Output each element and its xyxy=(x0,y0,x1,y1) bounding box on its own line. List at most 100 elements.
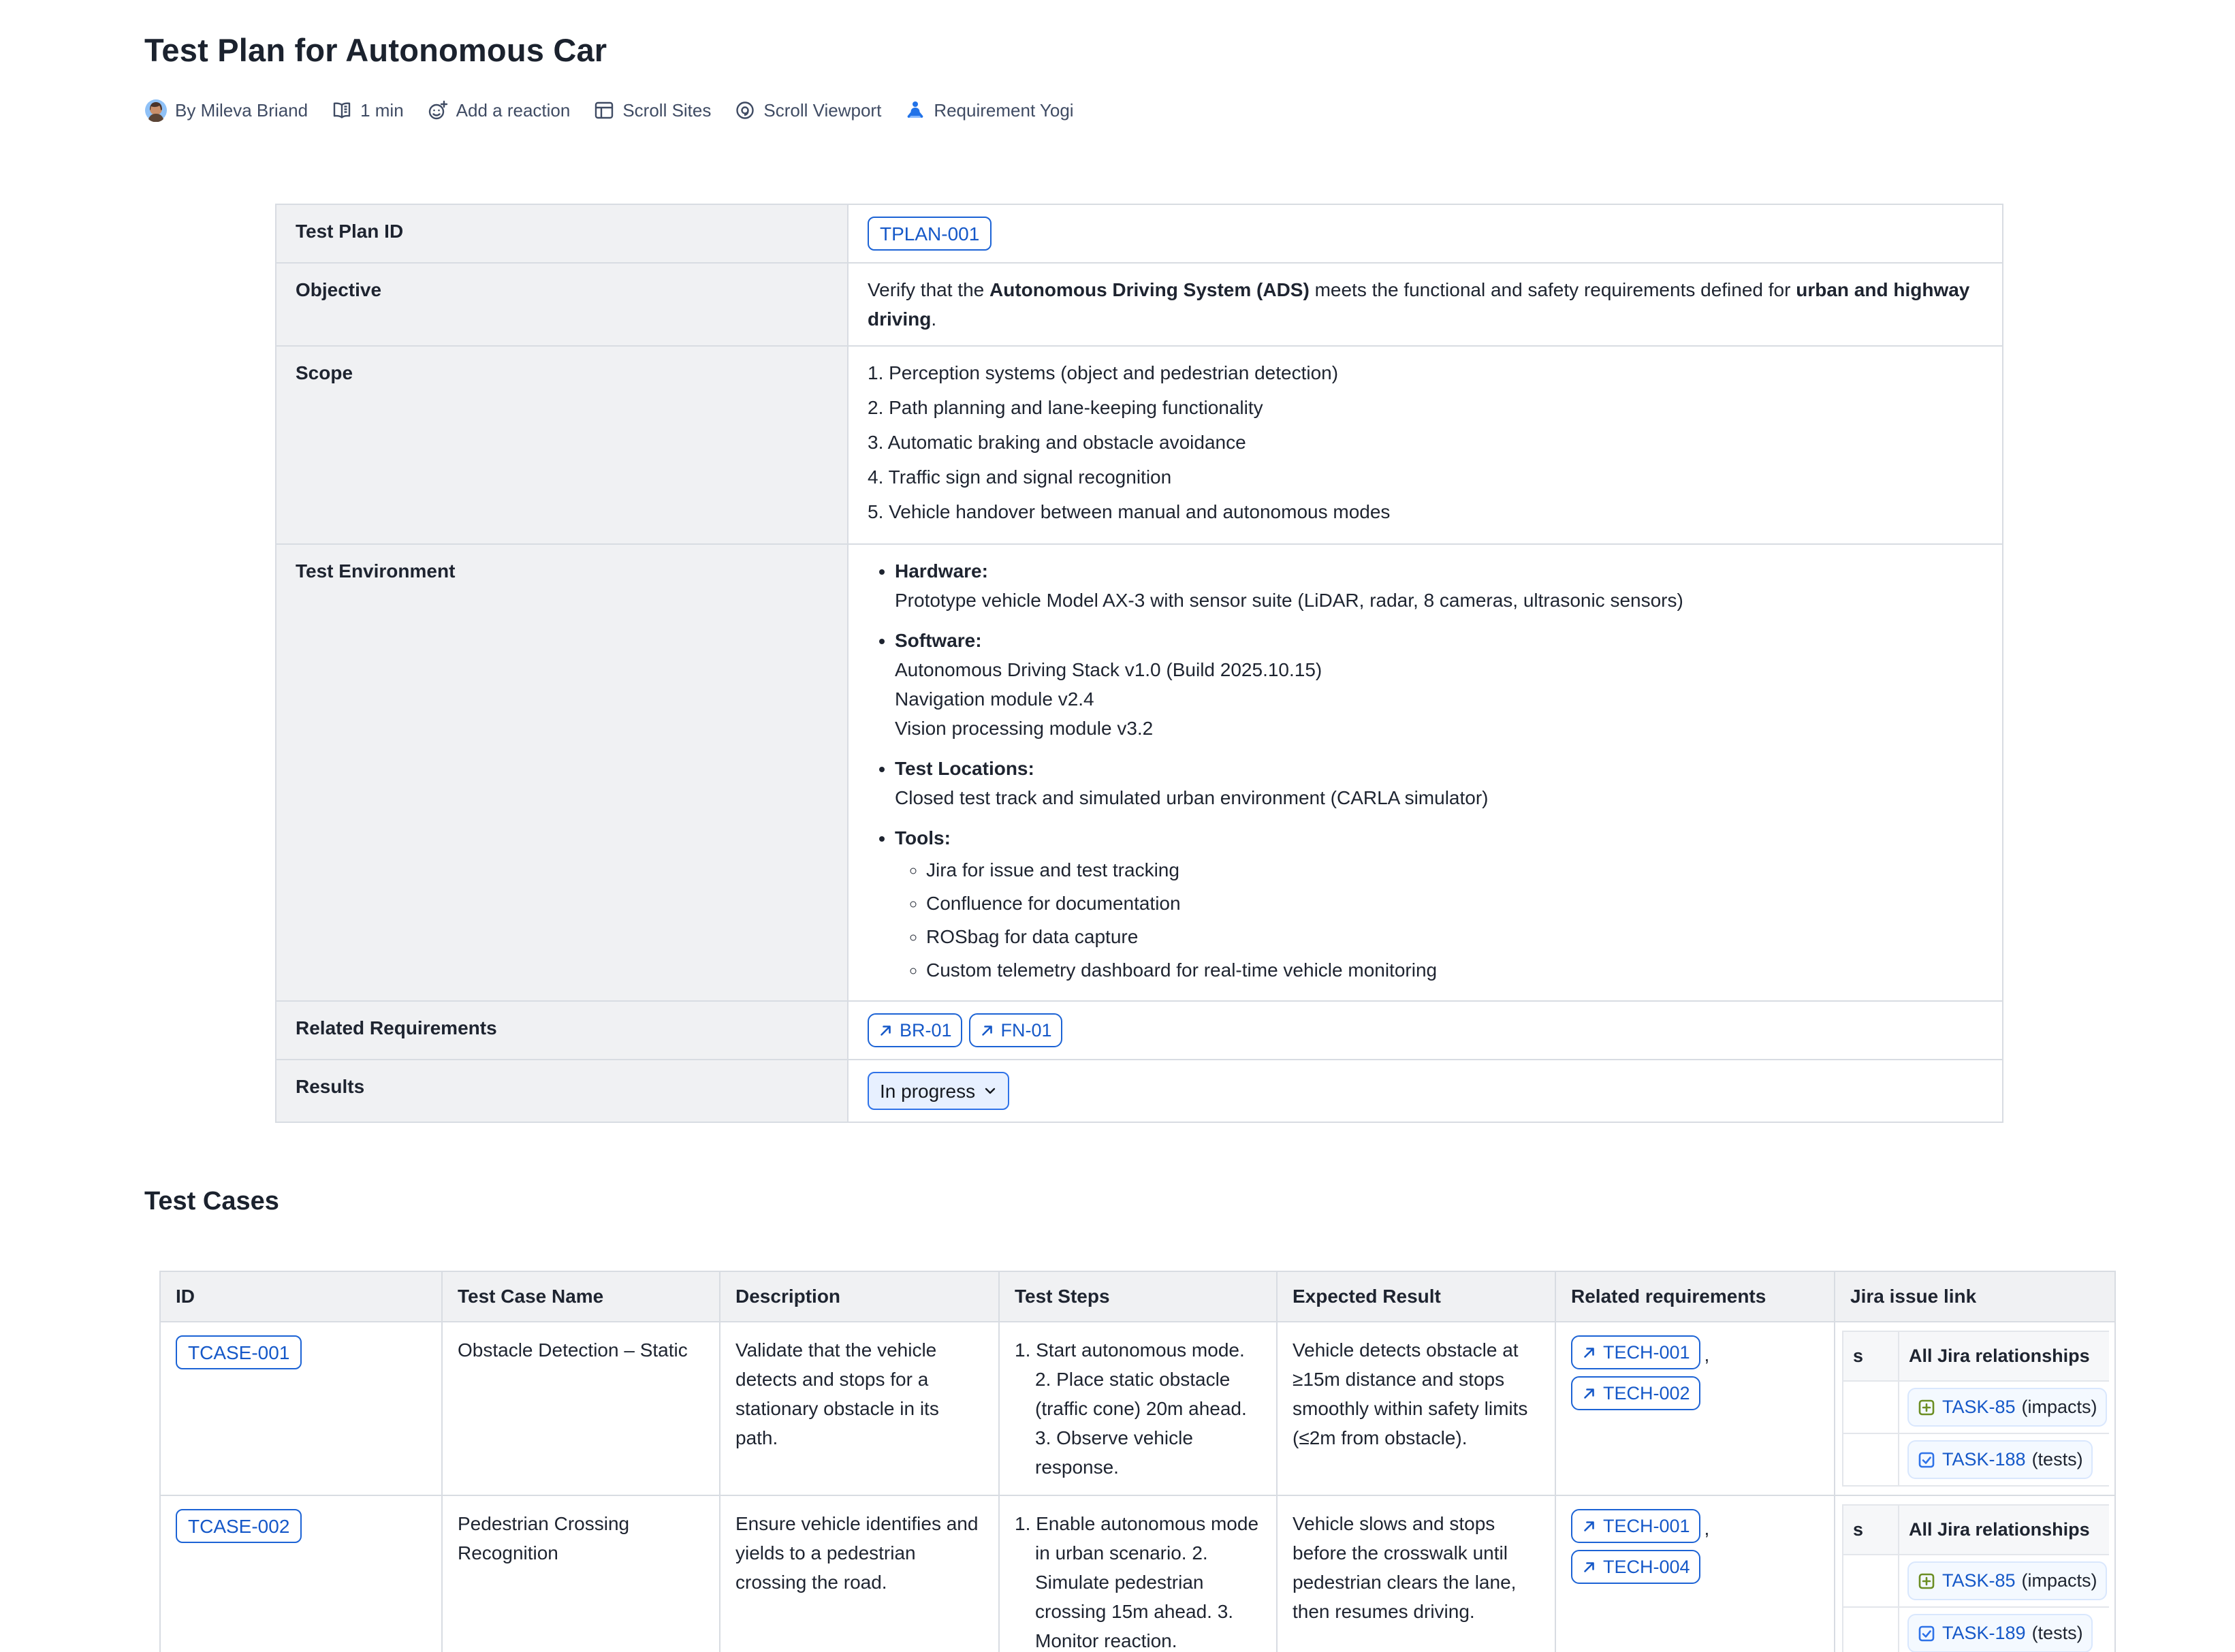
read-time-label: 1 min xyxy=(360,100,404,121)
cell-jira: sAll Jira relationships TASK-85(impacts)… xyxy=(1835,1495,2115,1652)
objective-text: meets the functional and safety requirem… xyxy=(1310,279,1796,300)
test-cases-heading: Test Cases xyxy=(144,1187,2235,1216)
jira-subtable-empty-cell xyxy=(1843,1381,1899,1433)
table-row: Test Plan ID TPLAN-001 xyxy=(276,204,2003,263)
cell-steps: 1. Enable autonomous mode in urban scena… xyxy=(999,1495,1277,1652)
jira-subtable-col1-truncated: s xyxy=(1843,1505,1899,1555)
row-value-scope: 1. Perception systems (object and pedest… xyxy=(848,346,2003,544)
add-reaction-button[interactable]: Add a reaction xyxy=(427,99,571,121)
results-status-dropdown[interactable]: In progress xyxy=(868,1072,1009,1110)
external-link-icon xyxy=(1581,1559,1597,1575)
row-label-test-plan-id: Test Plan ID xyxy=(276,204,848,263)
steps-text: 1. Enable autonomous mode in urban scena… xyxy=(1015,1509,1261,1652)
table-row: Results In progress xyxy=(276,1060,2003,1122)
cell-jira: sAll Jira relationships TASK-85(impacts)… xyxy=(1835,1322,2115,1495)
row-label-scope: Scope xyxy=(276,346,848,544)
cell-expected: Vehicle detects obstacle at ≥15m distanc… xyxy=(1277,1322,1555,1495)
jira-relation: (tests) xyxy=(2032,1619,2083,1648)
requirement-yogi-button[interactable]: Requirement Yogi xyxy=(904,99,1073,121)
check-square-icon xyxy=(1917,1450,1936,1470)
tplan-001-chip[interactable]: TPLAN-001 xyxy=(868,217,992,251)
scroll-viewport-button[interactable]: Scroll Viewport xyxy=(734,99,881,121)
separator: , xyxy=(1705,1340,1710,1369)
table-row-tcase-002: TCASE-002 Pedestrian Crossing Recognitio… xyxy=(160,1495,2115,1652)
jira-subtable-cell: TASK-188(tests) xyxy=(1899,1433,2109,1486)
cell-description: Ensure vehicle identifies and yields to … xyxy=(720,1495,999,1652)
jira-subtable-header: All Jira relationships xyxy=(1899,1505,2109,1555)
steps-text: 1. Start autonomous mode. 2. Place stati… xyxy=(1015,1335,1261,1482)
cell-name: Pedestrian Crossing Recognition xyxy=(442,1495,720,1652)
scope-item: 3. Automatic braking and obstacle avoida… xyxy=(868,428,1983,457)
scroll-viewport-label: Scroll Viewport xyxy=(763,100,881,121)
chevron-down-icon xyxy=(983,1084,997,1098)
external-link-icon xyxy=(1581,1386,1597,1401)
env-line: Autonomous Driving Stack v1.0 (Build 202… xyxy=(895,655,1983,684)
row-label-results: Results xyxy=(276,1060,848,1122)
requirement-link-br-01[interactable]: BR-01 xyxy=(868,1013,962,1047)
jira-key: TASK-189 xyxy=(1942,1619,2026,1648)
env-line: Prototype vehicle Model AX-3 with sensor… xyxy=(895,586,1983,615)
cell-id: TCASE-001 xyxy=(160,1322,442,1495)
requirement-link-tech-001[interactable]: TECH-001 xyxy=(1571,1509,1700,1543)
requirement-link-fn-01[interactable]: FN-01 xyxy=(969,1013,1062,1047)
objective-bold: Autonomous Driving System (ADS) xyxy=(989,279,1310,300)
requirement-yogi-label: Requirement Yogi xyxy=(934,100,1073,121)
row-value-related-requirements: BR-01 FN-01 xyxy=(848,1001,2003,1060)
cell-requirements: TECH-001 , TECH-002 xyxy=(1555,1322,1835,1495)
requirement-key: TECH-001 xyxy=(1603,1512,1690,1541)
env-group-locations: Test Locations: Closed test track and si… xyxy=(895,754,1983,812)
add-reaction-icon xyxy=(427,99,449,121)
requirement-link-tech-002[interactable]: TECH-002 xyxy=(1571,1376,1700,1410)
objective-text: Verify that the xyxy=(868,279,989,300)
scroll-viewport-icon xyxy=(734,99,756,121)
external-link-icon xyxy=(1581,1345,1597,1361)
separator: , xyxy=(1705,1514,1710,1543)
avatar xyxy=(144,99,168,122)
jira-relation: (impacts) xyxy=(2022,1393,2097,1422)
cell-description: Validate that the vehicle detects and st… xyxy=(720,1322,999,1495)
scope-item: 5. Vehicle handover between manual and a… xyxy=(868,497,1983,526)
env-label: Test Locations: xyxy=(895,758,1034,779)
results-status-value: In progress xyxy=(880,1077,975,1106)
jira-issue-link-task-189[interactable]: TASK-189(tests) xyxy=(1907,1614,2093,1652)
jira-subtable-empty-cell xyxy=(1843,1555,1899,1607)
tool-item: Jira for issue and test tracking xyxy=(926,855,1983,885)
env-group-software: Software: Autonomous Driving Stack v1.0 … xyxy=(895,626,1983,743)
requirement-link-tech-004[interactable]: TECH-004 xyxy=(1571,1550,1700,1584)
author-link[interactable]: By Mileva Briand xyxy=(144,99,308,122)
column-header-description: Description xyxy=(720,1271,999,1322)
cell-name: Obstacle Detection – Static xyxy=(442,1322,720,1495)
tool-item: Confluence for documentation xyxy=(926,889,1983,918)
row-value-environment: Hardware: Prototype vehicle Model AX-3 w… xyxy=(848,544,2003,1001)
external-link-icon xyxy=(1581,1519,1597,1534)
scope-item: 2. Path planning and lane-keeping functi… xyxy=(868,393,1983,422)
external-link-icon xyxy=(878,1023,893,1038)
jira-issue-link-task-188[interactable]: TASK-188(tests) xyxy=(1907,1440,2093,1479)
scope-item: 4. Traffic sign and signal recognition xyxy=(868,462,1983,492)
tcase-002-chip[interactable]: TCASE-002 xyxy=(176,1509,302,1543)
cell-expected: Vehicle slows and stops before the cross… xyxy=(1277,1495,1555,1652)
env-label: Software: xyxy=(895,630,982,651)
test-plan-table: Test Plan ID TPLAN-001 Objective Verify … xyxy=(275,204,2003,1123)
scroll-sites-button[interactable]: Scroll Sites xyxy=(593,99,711,121)
tool-item: ROSbag for data capture xyxy=(926,922,1983,951)
env-group-hardware: Hardware: Prototype vehicle Model AX-3 w… xyxy=(895,556,1983,615)
scope-item: 1. Perception systems (object and pedest… xyxy=(868,358,1983,387)
jira-relation: (tests) xyxy=(2032,1445,2083,1474)
jira-relation: (impacts) xyxy=(2022,1566,2097,1595)
requirement-link-tech-001[interactable]: TECH-001 xyxy=(1571,1335,1700,1369)
table-row-tcase-001: TCASE-001 Obstacle Detection – Static Va… xyxy=(160,1322,2115,1495)
jira-issue-link-task-85[interactable]: TASK-85(impacts) xyxy=(1907,1388,2107,1427)
row-value-test-plan-id: TPLAN-001 xyxy=(848,204,2003,263)
row-value-results: In progress xyxy=(848,1060,2003,1122)
tcase-001-chip[interactable]: TCASE-001 xyxy=(176,1335,302,1369)
author-name: By Mileva Briand xyxy=(175,100,308,121)
jira-issue-link-task-85[interactable]: TASK-85(impacts) xyxy=(1907,1561,2107,1600)
row-label-environment: Test Environment xyxy=(276,544,848,1001)
requirement-yogi-icon xyxy=(904,99,926,121)
requirement-key: BR-01 xyxy=(900,1016,952,1045)
column-header-id: ID xyxy=(160,1271,442,1322)
jira-subtable-empty-cell xyxy=(1843,1607,1899,1652)
plus-square-icon xyxy=(1917,1398,1936,1417)
read-time: 1 min xyxy=(331,99,404,121)
